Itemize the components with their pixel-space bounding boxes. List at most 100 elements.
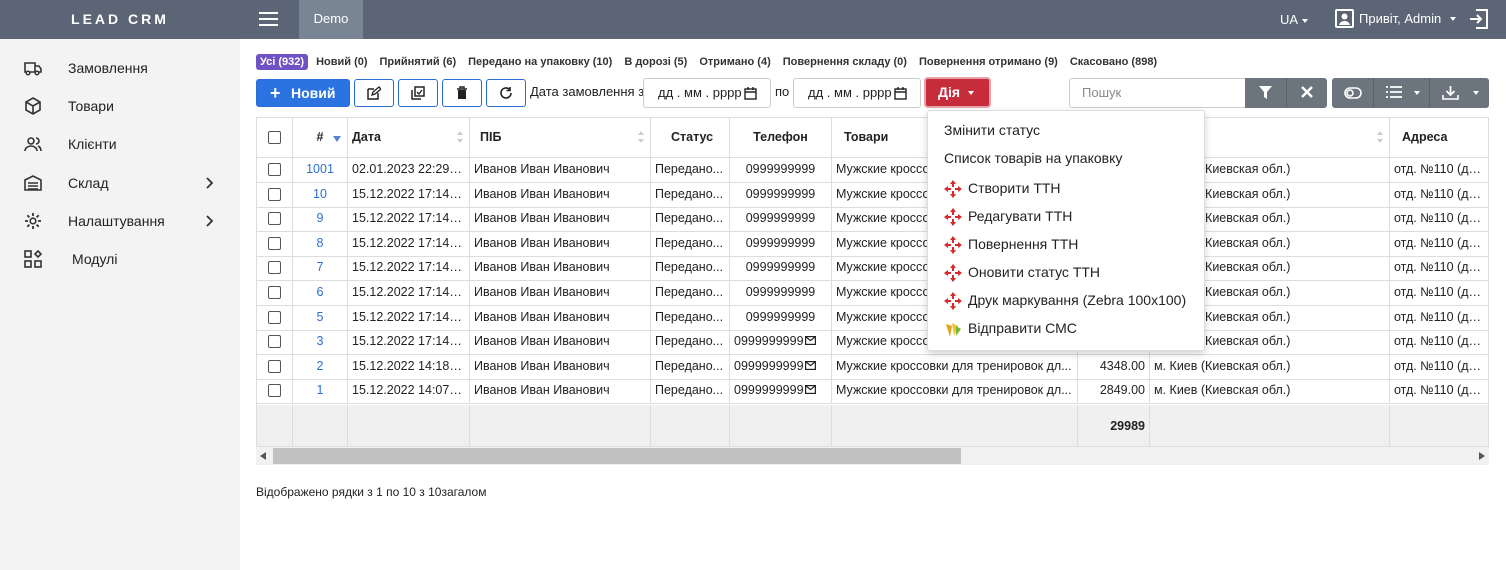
row-checkbox[interactable] bbox=[268, 261, 281, 275]
order-id-link-text[interactable]: 3 bbox=[317, 334, 324, 348]
table-row[interactable]: 3 15.12.2022 17:14:37 Иванов Иван Иванович… bbox=[257, 330, 1488, 355]
order-id-link-text[interactable]: 7 bbox=[317, 260, 324, 274]
row-checkbox[interactable] bbox=[268, 335, 281, 349]
order-id-link-text[interactable]: 9 bbox=[317, 211, 324, 225]
order-id-link-text[interactable]: 2 bbox=[317, 359, 324, 373]
status-filter-cancelled[interactable]: Скасовано (898) bbox=[1066, 54, 1161, 70]
new-order-button[interactable]: + Новий bbox=[256, 79, 350, 107]
order-id-link-text[interactable]: 1 bbox=[317, 383, 324, 397]
action-dropdown-button[interactable]: Дія bbox=[924, 77, 991, 108]
table-row[interactable]: 7 15.12.2022 17:14:37 Иванов Иван Иванович… bbox=[257, 256, 1488, 281]
order-id-link[interactable]: 5 bbox=[293, 306, 348, 331]
row-checkbox[interactable] bbox=[268, 163, 281, 177]
copy-button[interactable] bbox=[398, 79, 438, 107]
phone-cell-text: 0999999999 bbox=[745, 211, 816, 225]
table-row[interactable]: 10 15.12.2022 17:14:37 Иванов Иван Иванови… bbox=[257, 183, 1488, 208]
date-from-input[interactable]: дд . мм . рррр bbox=[643, 78, 771, 108]
order-id-link[interactable]: 8 bbox=[293, 232, 348, 257]
order-id-link[interactable]: 2 bbox=[293, 355, 348, 380]
row-checkbox[interactable] bbox=[268, 237, 281, 251]
delete-button[interactable] bbox=[442, 79, 482, 107]
row-checkbox[interactable] bbox=[268, 311, 281, 325]
order-id-link-text[interactable]: 10 bbox=[313, 187, 327, 201]
row-checkbox[interactable] bbox=[268, 360, 281, 374]
status-filter-packing[interactable]: Передано на упаковку (10) bbox=[464, 54, 616, 70]
status-filter-return-received[interactable]: Повернення отримано (9) bbox=[915, 54, 1062, 70]
table-row[interactable]: 1001 02.01.2023 22:29:35 Иванов Иван Ивано… bbox=[257, 158, 1488, 183]
scroll-left-icon[interactable] bbox=[260, 452, 266, 460]
status-filter-new[interactable]: Новий (0) bbox=[312, 54, 371, 70]
mail-icon[interactable] bbox=[804, 361, 816, 371]
select-all-checkbox[interactable] bbox=[268, 131, 281, 145]
status-filter-in-transit[interactable]: В дорозі (5) bbox=[620, 54, 691, 70]
nova-poshta-icon bbox=[944, 236, 962, 254]
sidebar-item-settings[interactable]: Налаштування bbox=[0, 206, 240, 236]
order-id-link-text[interactable]: 6 bbox=[317, 285, 324, 299]
status-filter-received[interactable]: Отримано (4) bbox=[695, 54, 774, 70]
calendar-icon[interactable] bbox=[744, 87, 757, 100]
column-header-date[interactable]: Дата bbox=[348, 118, 470, 158]
row-checkbox[interactable] bbox=[268, 286, 281, 300]
sidebar-item-products[interactable]: Товари bbox=[0, 91, 240, 121]
refresh-button[interactable] bbox=[486, 79, 526, 107]
status-filter-all[interactable]: Усі (932) bbox=[256, 54, 309, 70]
order-id-link-text[interactable]: 5 bbox=[317, 310, 324, 324]
sidebar-item-orders[interactable]: Замовлення bbox=[0, 53, 240, 83]
menu-toggle-icon[interactable] bbox=[259, 12, 278, 27]
column-header-name[interactable]: ПІБ bbox=[470, 118, 651, 158]
app-logo[interactable]: LEAD CRM bbox=[0, 0, 240, 39]
date-to-input[interactable]: дд . мм . рррр bbox=[793, 78, 921, 108]
row-checkbox[interactable] bbox=[268, 188, 281, 202]
order-id-link[interactable]: 3 bbox=[293, 330, 348, 355]
status-filter-warehouse-return[interactable]: Повернення складу (0) bbox=[779, 54, 911, 70]
horizontal-scrollbar[interactable] bbox=[256, 447, 1489, 465]
column-header-phone[interactable]: Телефон bbox=[730, 118, 832, 158]
column-header-status[interactable]: Статус bbox=[651, 118, 730, 158]
user-menu[interactable]: Привіт, Admin bbox=[1335, 9, 1457, 28]
status-filter-accepted[interactable]: Прийнятий (6) bbox=[376, 54, 461, 70]
column-header-address[interactable]: Адреса bbox=[1390, 118, 1488, 158]
export-dropdown-button[interactable] bbox=[1430, 78, 1489, 108]
row-checkbox[interactable] bbox=[268, 384, 281, 398]
order-id-link-text[interactable]: 8 bbox=[317, 236, 324, 250]
calendar-icon[interactable] bbox=[894, 87, 907, 100]
column-header-id[interactable]: # bbox=[293, 118, 348, 158]
table-row[interactable]: 6 15.12.2022 17:14:37 Иванов Иван Иванович… bbox=[257, 281, 1488, 306]
order-id-link[interactable]: 1 bbox=[293, 379, 348, 404]
status-cell: Передано... bbox=[651, 281, 730, 306]
table-row[interactable]: 9 15.12.2022 17:14:37 Иванов Иван Иванович… bbox=[257, 207, 1488, 232]
table-row[interactable]: 8 15.12.2022 17:14:37 Иванов Иван Иванович… bbox=[257, 232, 1488, 257]
sidebar-item-warehouse[interactable]: Склад bbox=[0, 168, 240, 198]
order-id-link[interactable]: 7 bbox=[293, 256, 348, 281]
sidebar-item-modules[interactable]: Модулі bbox=[0, 244, 240, 274]
order-id-link[interactable]: 1001 bbox=[293, 158, 348, 183]
order-id-link[interactable]: 10 bbox=[293, 183, 348, 208]
workspace-tab[interactable]: Demo bbox=[299, 0, 363, 39]
table-row[interactable]: 1 15.12.2022 14:07:25 Иванов Иван Иванович… bbox=[257, 379, 1488, 404]
clear-filter-button[interactable] bbox=[1287, 78, 1327, 108]
row-checkbox-cell bbox=[257, 207, 293, 232]
filter-button[interactable] bbox=[1245, 78, 1287, 108]
scroll-right-icon[interactable] bbox=[1479, 452, 1485, 460]
customer-name-cell-text: Иванов Иван Иванович bbox=[474, 211, 610, 225]
toggle-view-button[interactable] bbox=[1332, 78, 1374, 108]
mail-icon[interactable] bbox=[804, 385, 816, 395]
date-to-label: по bbox=[775, 84, 790, 99]
logout-button[interactable] bbox=[1468, 8, 1490, 30]
sidebar-item-clients[interactable]: Клієнти bbox=[0, 129, 240, 159]
edit-button[interactable] bbox=[354, 79, 394, 107]
language-dropdown[interactable]: UA bbox=[1280, 12, 1309, 27]
row-checkbox[interactable] bbox=[268, 212, 281, 226]
order-id-link[interactable]: 9 bbox=[293, 207, 348, 232]
scrollbar-thumb[interactable] bbox=[273, 448, 961, 464]
phone-cell-text: 0999999999 bbox=[745, 187, 816, 201]
table-row[interactable]: 2 15.12.2022 14:18:41 Иванов Иван Иванович… bbox=[257, 355, 1488, 380]
order-id-link-text[interactable]: 1001 bbox=[306, 162, 334, 176]
order-id-link[interactable]: 6 bbox=[293, 281, 348, 306]
mail-icon[interactable] bbox=[804, 336, 816, 346]
search-input[interactable]: Пошук bbox=[1069, 78, 1245, 108]
modules-icon bbox=[24, 250, 42, 268]
date-from-placeholder: дд . мм . рррр bbox=[658, 85, 742, 100]
columns-dropdown-button[interactable] bbox=[1374, 78, 1430, 108]
table-row[interactable]: 5 15.12.2022 17:14:37 Иванов Иван Иванович… bbox=[257, 306, 1488, 331]
